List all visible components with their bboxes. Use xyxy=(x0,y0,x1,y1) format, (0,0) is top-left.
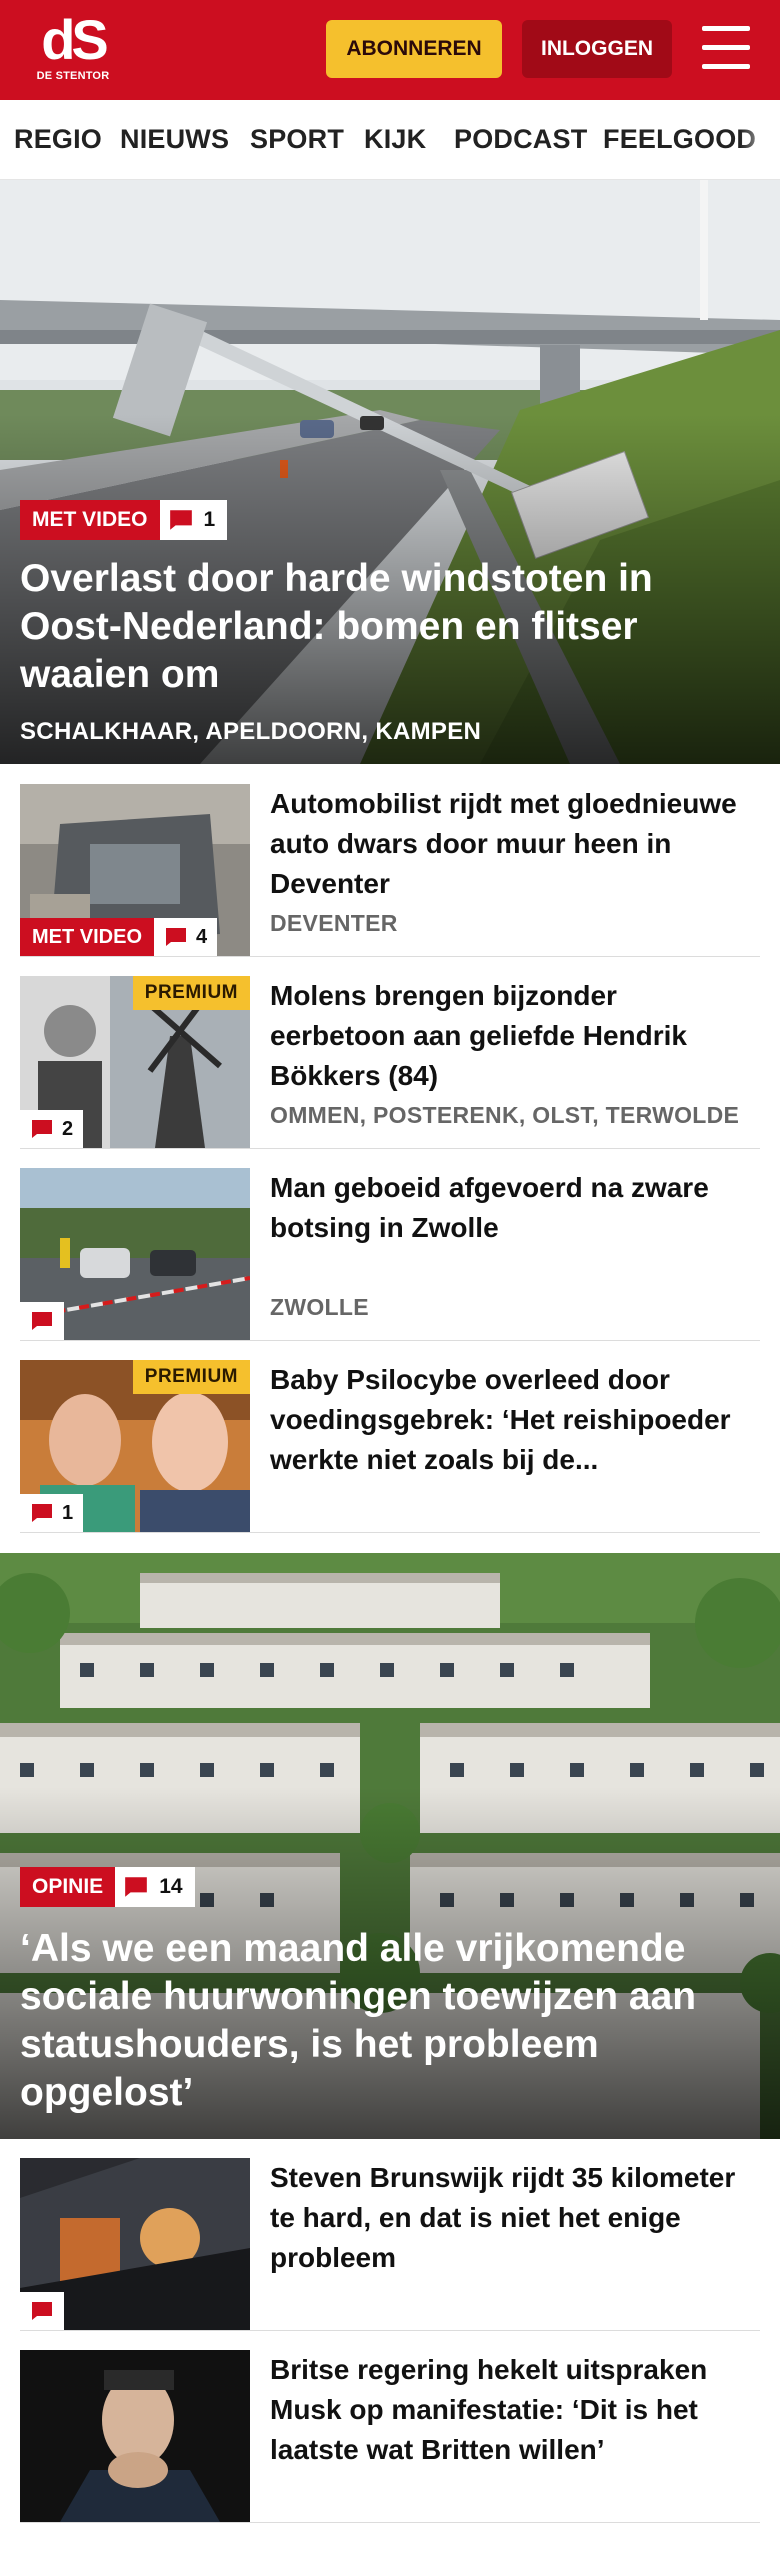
article-thumbnail: MET VIDEO 4 xyxy=(20,784,250,956)
comment-count-badge[interactable]: 4 xyxy=(154,918,218,956)
comment-count: 4 xyxy=(196,925,208,948)
section-nav: REGIO NIEUWS SPORT KIJK PODCAST FEELGOOD xyxy=(0,100,780,180)
comment-icon xyxy=(125,1877,148,1897)
article-title[interactable]: Man geboeid afgevoerd na zware botsing i… xyxy=(270,1168,760,1248)
article-title[interactable]: Steven Brunswijk rijdt 35 kilometer te h… xyxy=(270,2158,760,2278)
article-thumbnail: PREMIUM 2 xyxy=(20,976,250,1148)
comment-badge[interactable] xyxy=(20,1302,64,1340)
comment-icon xyxy=(169,510,192,530)
article-title[interactable]: Baby Psilocybe overleed door voedingsgeb… xyxy=(270,1360,760,1480)
comment-badge[interactable] xyxy=(20,2292,64,2330)
article-location: ZWOLLE xyxy=(270,1294,369,1320)
comment-icon xyxy=(32,1504,52,1522)
comment-count: 14 xyxy=(159,1875,183,1898)
hero-article-opinie[interactable]: OPINIE 14 ‘Als we een maand alle vrijkom… xyxy=(0,1553,780,2139)
article-thumbnail xyxy=(20,2158,250,2330)
thumbnail-tags xyxy=(20,1302,64,1340)
premium-badge: PREMIUM xyxy=(132,976,250,1010)
thumbnail-tags xyxy=(20,2292,64,2330)
comment-count: 2 xyxy=(62,1117,74,1140)
hero-title[interactable]: ‘Als we een maand alle vrijkomende socia… xyxy=(20,1925,760,2117)
list-item[interactable]: PREMIUM 1 Baby Psilocybe overleed door v… xyxy=(20,1360,760,1533)
opinion-badge: OPINIE xyxy=(20,1867,116,1907)
hero-tags: MET VIDEO 1 xyxy=(20,500,228,540)
logo-mark: dS xyxy=(41,8,109,71)
subscribe-button[interactable]: ABONNEREN xyxy=(326,20,502,78)
comment-icon xyxy=(32,1312,52,1330)
premium-badge: PREMIUM xyxy=(132,1360,250,1394)
article-location: OMMEN, POSTERENK, OLST, TERWOLDE xyxy=(270,1102,740,1128)
nav-item-feelgood[interactable]: FEELGOOD xyxy=(603,124,756,155)
article-title[interactable]: Molens brengen bijzonder eerbetoon aan g… xyxy=(270,976,760,1096)
logo[interactable]: dS DE STENTOR xyxy=(28,12,118,88)
nav-item-podcast[interactable]: PODCAST xyxy=(454,124,587,155)
comment-count-badge[interactable]: 2 xyxy=(20,1110,84,1148)
thumbnail-tags: 1 xyxy=(20,1494,84,1532)
nav-scroll-fade xyxy=(740,100,780,179)
comment-count: 1 xyxy=(62,1501,74,1524)
nav-item-nieuws[interactable]: NIEUWS xyxy=(120,124,229,155)
nav-item-sport[interactable]: SPORT xyxy=(250,124,344,155)
list-item[interactable]: PREMIUM 2 Molens brengen bijzonder eerbe… xyxy=(20,976,760,1149)
hero-tags: OPINIE 14 xyxy=(20,1867,195,1907)
nav-item-kijk[interactable]: KIJK xyxy=(364,124,426,155)
comment-icon xyxy=(32,2302,52,2320)
article-thumbnail xyxy=(20,2350,250,2522)
hero-title[interactable]: Overlast door harde windstoten in Oost-N… xyxy=(20,555,760,699)
comment-icon xyxy=(32,1120,52,1138)
article-thumbnail xyxy=(20,1168,250,1340)
comment-icon xyxy=(166,928,187,946)
hero-article-windstoten[interactable]: MET VIDEO 1 Overlast door harde windstot… xyxy=(0,180,780,764)
article-title[interactable]: Britse regering hekelt uitspraken Musk o… xyxy=(270,2350,760,2470)
comment-count-badge[interactable]: 14 xyxy=(115,1867,195,1907)
list-item[interactable]: Steven Brunswijk rijdt 35 kilometer te h… xyxy=(20,2158,760,2331)
list-item[interactable]: Man geboeid afgevoerd na zware botsing i… xyxy=(20,1168,760,1341)
video-badge: MET VIDEO xyxy=(20,500,160,540)
hamburger-menu-icon[interactable] xyxy=(700,26,752,70)
comment-count-badge[interactable]: 1 xyxy=(159,500,228,540)
video-badge: MET VIDEO xyxy=(20,918,155,956)
comment-count-badge[interactable]: 1 xyxy=(20,1494,84,1532)
login-button[interactable]: INLOGGEN xyxy=(522,20,672,78)
thumbnail-tags: MET VIDEO 4 xyxy=(20,918,218,956)
logo-subtitle: DE STENTOR xyxy=(36,70,110,82)
article-title[interactable]: Automobilist rijdt met gloednieuwe auto … xyxy=(270,784,760,904)
hero-location: SCHALKHAAR, APELDOORN, KAMPEN xyxy=(20,718,482,745)
thumbnail-tags: 2 xyxy=(20,1110,84,1148)
article-location: DEVENTER xyxy=(270,910,398,936)
site-header: dS DE STENTOR ABONNEREN INLOGGEN xyxy=(0,0,780,100)
comment-count: 1 xyxy=(203,508,216,531)
nav-item-regio[interactable]: REGIO xyxy=(14,124,102,155)
list-item[interactable]: Britse regering hekelt uitspraken Musk o… xyxy=(20,2350,760,2523)
list-item[interactable]: MET VIDEO 4 Automobilist rijdt met gloed… xyxy=(20,784,760,957)
article-thumbnail: PREMIUM 1 xyxy=(20,1360,250,1532)
